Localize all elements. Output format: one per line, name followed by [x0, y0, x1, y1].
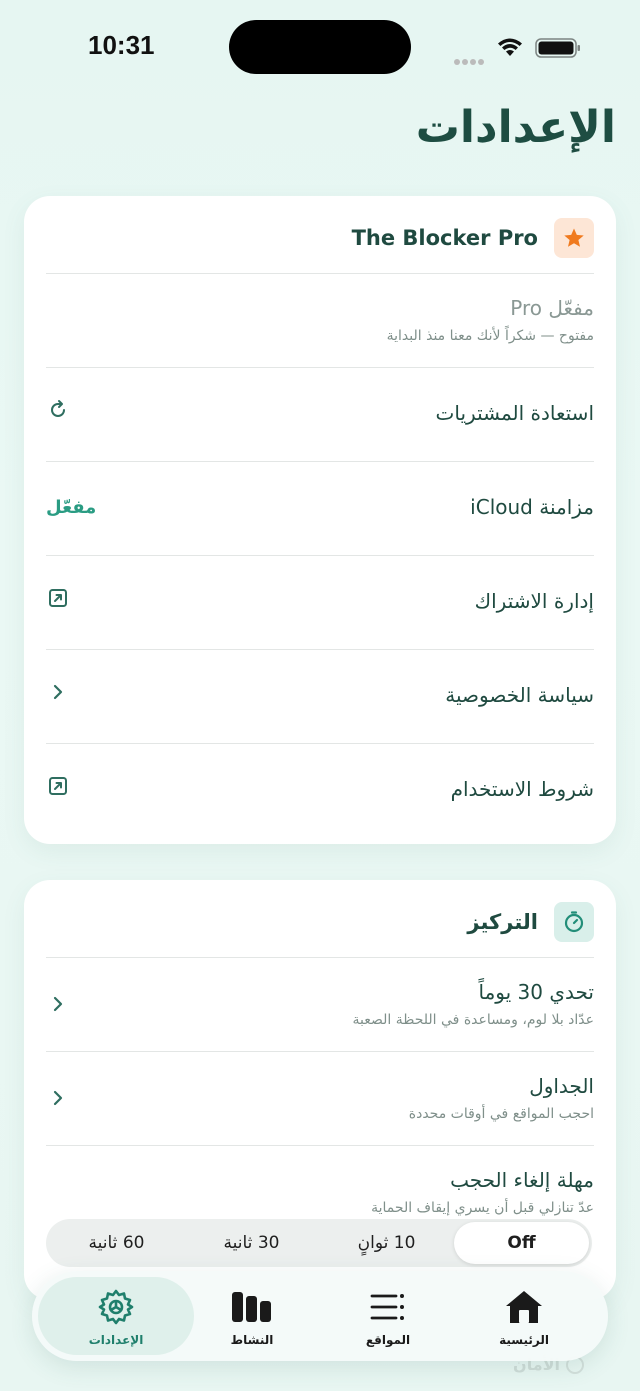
delay-option-10[interactable]: 10 ثوانٍ	[319, 1222, 454, 1264]
pro-status-title: مفعّل Pro	[510, 296, 594, 320]
privacy-policy-label: سياسة الخصوصية	[445, 683, 594, 707]
delay-option-60[interactable]: 60 ثانية	[49, 1222, 184, 1264]
pro-card: The Blocker Pro مفعّل Pro مفتوح — شكراً …	[24, 196, 616, 844]
gear-icon	[94, 1287, 138, 1327]
challenge-row[interactable]: تحدي 30 يوماً عدّاد بلا لوم، ومساعدة في …	[46, 958, 594, 1052]
tab-activity-label: النشاط	[230, 1333, 274, 1347]
chevron-left-icon	[46, 680, 70, 704]
focus-card: التركيز تحدي 30 يوماً عدّاد بلا لوم، ومس…	[24, 880, 616, 1300]
manage-subscription-label: إدارة الاشتراك	[474, 589, 594, 613]
page-title: الإعدادات	[415, 102, 616, 153]
chevron-left-icon	[46, 1086, 70, 1110]
pro-status-row: مفعّل Pro مفتوح — شكراً لأنك معنا منذ ال…	[46, 274, 594, 368]
restore-purchases-row[interactable]: استعادة المشتريات	[46, 368, 594, 462]
pro-card-title: The Blocker Pro	[351, 226, 538, 250]
pro-status-subtitle: مفتوح — شكراً لأنك معنا منذ البداية	[386, 328, 594, 344]
manage-subscription-row[interactable]: إدارة الاشتراك	[46, 556, 594, 650]
unblock-delay-subtitle: عدّ تنازلي قبل أن يسري إيقاف الحماية	[371, 1200, 594, 1216]
terms-of-use-row[interactable]: شروط الاستخدام	[46, 744, 594, 838]
focus-card-header: التركيز	[46, 880, 594, 958]
delay-option-30[interactable]: 30 ثانية	[184, 1222, 319, 1264]
list-icon	[366, 1287, 410, 1327]
challenge-title: تحدي 30 يوماً	[478, 980, 594, 1004]
house-icon	[502, 1287, 546, 1327]
timer-icon	[554, 902, 594, 942]
icloud-sync-status: مفعّل	[46, 497, 97, 518]
delay-option-off[interactable]: Off	[454, 1222, 589, 1264]
challenge-subtitle: عدّاد بلا لوم، ومساعدة في اللحظة الصعبة	[352, 1012, 594, 1028]
tab-bar: الإعدادات النشاط المواقع الرئيسية	[32, 1271, 608, 1361]
tab-activity[interactable]: النشاط	[174, 1277, 330, 1355]
tab-sites-label: المواقع	[365, 1333, 411, 1347]
external-link-icon	[46, 586, 70, 610]
pro-card-header: The Blocker Pro	[46, 196, 594, 274]
tab-home[interactable]: الرئيسية	[446, 1277, 602, 1355]
icloud-sync-label: مزامنة iCloud	[470, 495, 594, 519]
status-bar: 10:31	[0, 0, 640, 95]
chevron-left-icon	[46, 992, 70, 1016]
schedules-subtitle: احجب المواقع في أوقات محددة	[408, 1106, 594, 1122]
tab-settings[interactable]: الإعدادات	[38, 1277, 194, 1355]
tab-settings-label: الإعدادات	[88, 1333, 144, 1347]
signal-icon	[454, 50, 488, 65]
delay-segmented-control: 60 ثانية 30 ثانية 10 ثوانٍ Off	[46, 1219, 592, 1267]
star-icon	[554, 218, 594, 258]
restore-purchases-label: استعادة المشتريات	[435, 401, 594, 425]
bar-chart-icon	[230, 1287, 274, 1327]
schedules-title: الجداول	[529, 1074, 594, 1098]
focus-card-title: التركيز	[467, 910, 538, 934]
schedules-row[interactable]: الجداول احجب المواقع في أوقات محددة	[46, 1052, 594, 1146]
tab-sites[interactable]: المواقع	[310, 1277, 466, 1355]
battery-icon	[535, 38, 580, 58]
refresh-icon	[46, 398, 70, 422]
external-link-icon	[46, 774, 70, 798]
unblock-delay-title: مهلة إلغاء الحجب	[450, 1168, 594, 1192]
dynamic-island	[229, 20, 411, 74]
privacy-policy-row[interactable]: سياسة الخصوصية	[46, 650, 594, 744]
tab-home-label: الرئيسية	[499, 1333, 549, 1347]
unblock-delay-row: مهلة إلغاء الحجب عدّ تنازلي قبل أن يسري …	[46, 1146, 594, 1216]
status-time: 10:31	[88, 30, 155, 60]
terms-of-use-label: شروط الاستخدام	[450, 777, 594, 801]
icloud-sync-row[interactable]: مزامنة iCloud مفعّل	[46, 462, 594, 556]
wifi-icon	[498, 38, 522, 56]
